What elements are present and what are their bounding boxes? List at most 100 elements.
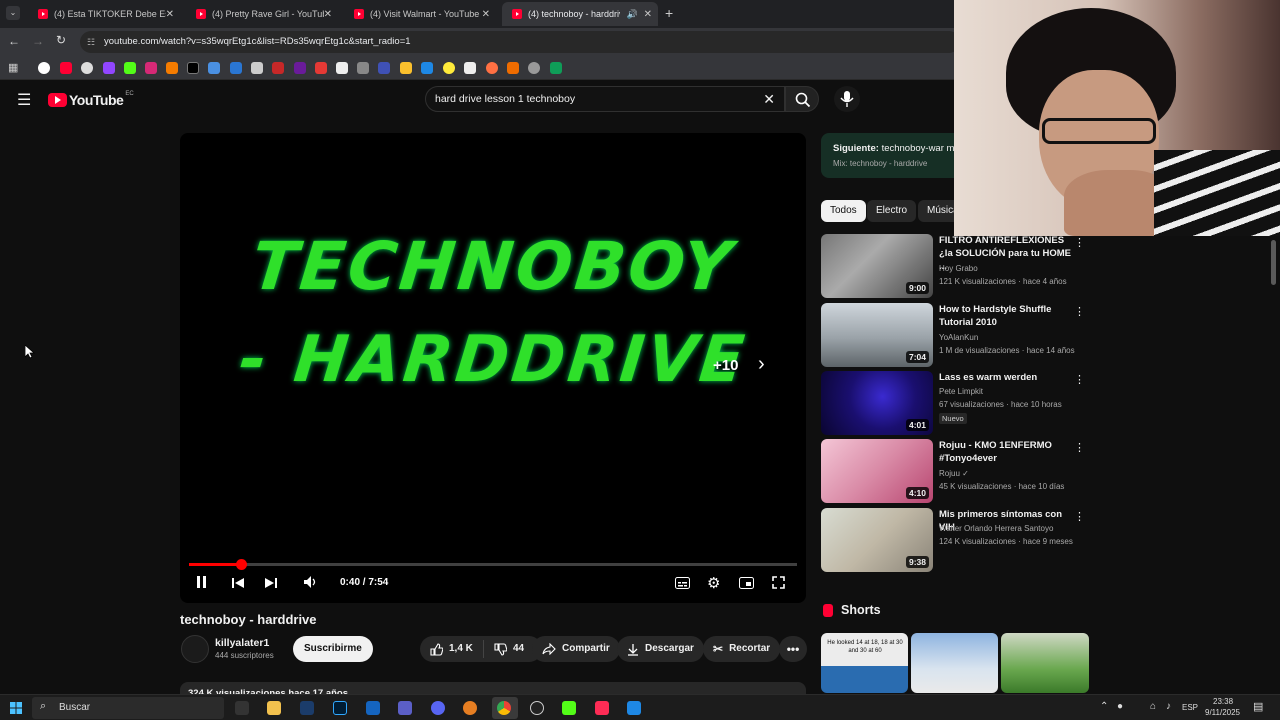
menu-icon[interactable]: ☰: [17, 90, 31, 110]
more-vertical-icon[interactable]: ⋮: [1074, 373, 1085, 386]
previous-button[interactable]: [232, 576, 244, 592]
voice-search-button[interactable]: [834, 86, 860, 112]
app-icon[interactable]: [627, 701, 641, 715]
bookmark-twitch-icon[interactable]: [103, 62, 115, 74]
bookmark-youtube-icon[interactable]: [60, 62, 72, 74]
epic-games-icon[interactable]: [235, 701, 249, 715]
search-input[interactable]: hard drive lesson 1 technoboy ✕: [425, 86, 785, 112]
bookmark-icon[interactable]: [507, 62, 519, 74]
browser-tab-active[interactable]: (4) technoboy - harddrive - 🔊 ✕: [502, 2, 658, 26]
more-vertical-icon[interactable]: ⋮: [1074, 441, 1085, 454]
reload-icon[interactable]: ↻: [56, 33, 66, 47]
channel-name[interactable]: Rojuu ✓: [939, 469, 969, 478]
short-thumbnail[interactable]: [911, 633, 998, 693]
youtube-logo[interactable]: YouTube EC: [48, 91, 134, 108]
forward-icon[interactable]: →: [32, 34, 44, 48]
taskbar-search-box[interactable]: ⌕ Buscar: [32, 697, 224, 719]
volume-tray-icon[interactable]: ♪: [1166, 701, 1171, 712]
short-thumbnail[interactable]: [1001, 633, 1089, 693]
bookmark-kick-icon[interactable]: [124, 62, 136, 74]
more-vertical-icon[interactable]: ⋮: [1074, 510, 1085, 523]
bookmark-icon[interactable]: [294, 62, 306, 74]
channel-name[interactable]: Hoy Grabo: [939, 264, 978, 273]
bookmark-icon[interactable]: [230, 62, 242, 74]
bookmark-icon[interactable]: [272, 62, 284, 74]
search-button[interactable]: [785, 86, 819, 112]
bookmark-icon[interactable]: [528, 62, 540, 74]
page-scrollbar[interactable]: [1271, 240, 1276, 285]
clip-button[interactable]: ✂ Recortar: [703, 636, 781, 662]
dislike-button[interactable]: 44: [490, 636, 524, 662]
pause-button[interactable]: [196, 575, 208, 592]
fullscreen-button[interactable]: [772, 576, 785, 592]
bookmark-icon[interactable]: [443, 62, 455, 74]
recommended-video[interactable]: 4:10 Rojuu - KMO 1ENFERMO #Tonyo4ever Ro…: [821, 439, 1091, 503]
up-next-panel[interactable]: Siguiente: technoboy-war ma Mix: technob…: [821, 133, 961, 178]
close-tab-icon[interactable]: ✕: [324, 9, 332, 20]
steam-icon[interactable]: [300, 701, 314, 715]
clock-time[interactable]: 23:38: [1213, 697, 1233, 706]
address-bar[interactable]: ☷ youtube.com/watch?v=s35wqrEtg1c&list=R…: [80, 31, 960, 53]
miniplayer-button[interactable]: [739, 576, 754, 592]
network-icon[interactable]: ⌂: [1150, 701, 1156, 712]
bookmark-icon[interactable]: [464, 62, 476, 74]
video-thumbnail[interactable]: 9:38: [821, 508, 933, 572]
language-indicator[interactable]: ESP: [1182, 703, 1198, 712]
bookmark-icon[interactable]: [208, 62, 220, 74]
clear-search-icon[interactable]: ✕: [763, 87, 775, 111]
recommended-video[interactable]: 9:38 Mis primeros síntomas con VIH Walte…: [821, 508, 1091, 572]
more-actions-button[interactable]: •••: [779, 636, 807, 662]
app-v-icon[interactable]: [366, 701, 380, 715]
volume-button[interactable]: [303, 575, 317, 592]
more-vertical-icon[interactable]: ⋮: [1074, 305, 1085, 318]
tiktok-icon[interactable]: [595, 701, 609, 715]
video-thumbnail[interactable]: 4:10: [821, 439, 933, 503]
progress-scrubber[interactable]: [235, 559, 247, 570]
browser-tab[interactable]: (4) Pretty Rave Girl - YouTube ✕: [186, 2, 338, 26]
bookmark-icon[interactable]: [166, 62, 178, 74]
like-button[interactable]: 1,4 K: [420, 640, 484, 658]
site-info-icon[interactable]: ☷: [87, 31, 95, 53]
new-tab-button[interactable]: +: [665, 5, 673, 21]
bookmark-icon[interactable]: [357, 62, 369, 74]
bookmark-icon[interactable]: [81, 62, 93, 74]
clock-date[interactable]: 9/11/2025: [1205, 708, 1240, 717]
recommended-video[interactable]: 9:00 FILTRO ANTIREFLEXIONES ¿la SOLUCIÓN…: [821, 234, 1091, 298]
browser-tab[interactable]: (4) Visit Walmart - YouTube ✕: [344, 2, 496, 26]
settings-button[interactable]: ⚙: [707, 574, 720, 592]
notifications-icon[interactable]: ▤: [1253, 700, 1263, 713]
close-tab-icon[interactable]: ✕: [482, 9, 490, 20]
share-button[interactable]: Compartir: [532, 636, 620, 662]
apps-grid-icon[interactable]: ▦: [8, 61, 18, 74]
seek-forward-label[interactable]: +10: [713, 357, 738, 374]
bookmark-x-icon[interactable]: [187, 62, 199, 74]
microphone-tray-icon[interactable]: ●: [1117, 701, 1123, 712]
kick-icon[interactable]: [562, 701, 576, 715]
back-icon[interactable]: ←: [8, 34, 20, 48]
channel-name[interactable]: killyalater1: [215, 637, 269, 649]
bookmark-icon[interactable]: [400, 62, 412, 74]
app-icon[interactable]: [463, 701, 477, 715]
more-vertical-icon[interactable]: ⋮: [1074, 236, 1085, 249]
video-thumbnail[interactable]: 7:04: [821, 303, 933, 367]
recommended-video[interactable]: 7:04 How to Hardstyle Shuffle Tutorial 2…: [821, 303, 1091, 367]
windows-start-icon[interactable]: [10, 702, 22, 714]
teams-icon[interactable]: [398, 701, 412, 715]
subtitles-button[interactable]: [675, 576, 690, 592]
bookmark-icon[interactable]: [251, 62, 263, 74]
bookmark-icon[interactable]: [315, 62, 327, 74]
short-thumbnail[interactable]: He looked 14 at 18, 18 at 30 and 30 at 6…: [821, 633, 908, 693]
tab-list-chevron-icon[interactable]: ⌄: [6, 6, 20, 20]
speaker-icon[interactable]: 🔊: [627, 9, 638, 20]
show-hidden-icons-icon[interactable]: ⌃: [1100, 701, 1108, 712]
bookmark-google-icon[interactable]: [38, 62, 50, 74]
file-explorer-icon[interactable]: [267, 701, 281, 715]
video-thumbnail[interactable]: 9:00: [821, 234, 933, 298]
browser-tab[interactable]: (4) Esta TIKTOKER Debe Estar e✕: [28, 2, 180, 26]
progress-bar[interactable]: [189, 559, 797, 570]
subscribe-button[interactable]: Suscribirme: [293, 636, 373, 662]
recommended-video[interactable]: 4:01 Lass es warm werden Pete Limpkit 67…: [821, 371, 1091, 435]
channel-name[interactable]: Walter Orlando Herrera Santoyo: [939, 524, 1053, 533]
close-tab-icon[interactable]: ✕: [166, 9, 174, 20]
channel-avatar[interactable]: [181, 635, 209, 663]
